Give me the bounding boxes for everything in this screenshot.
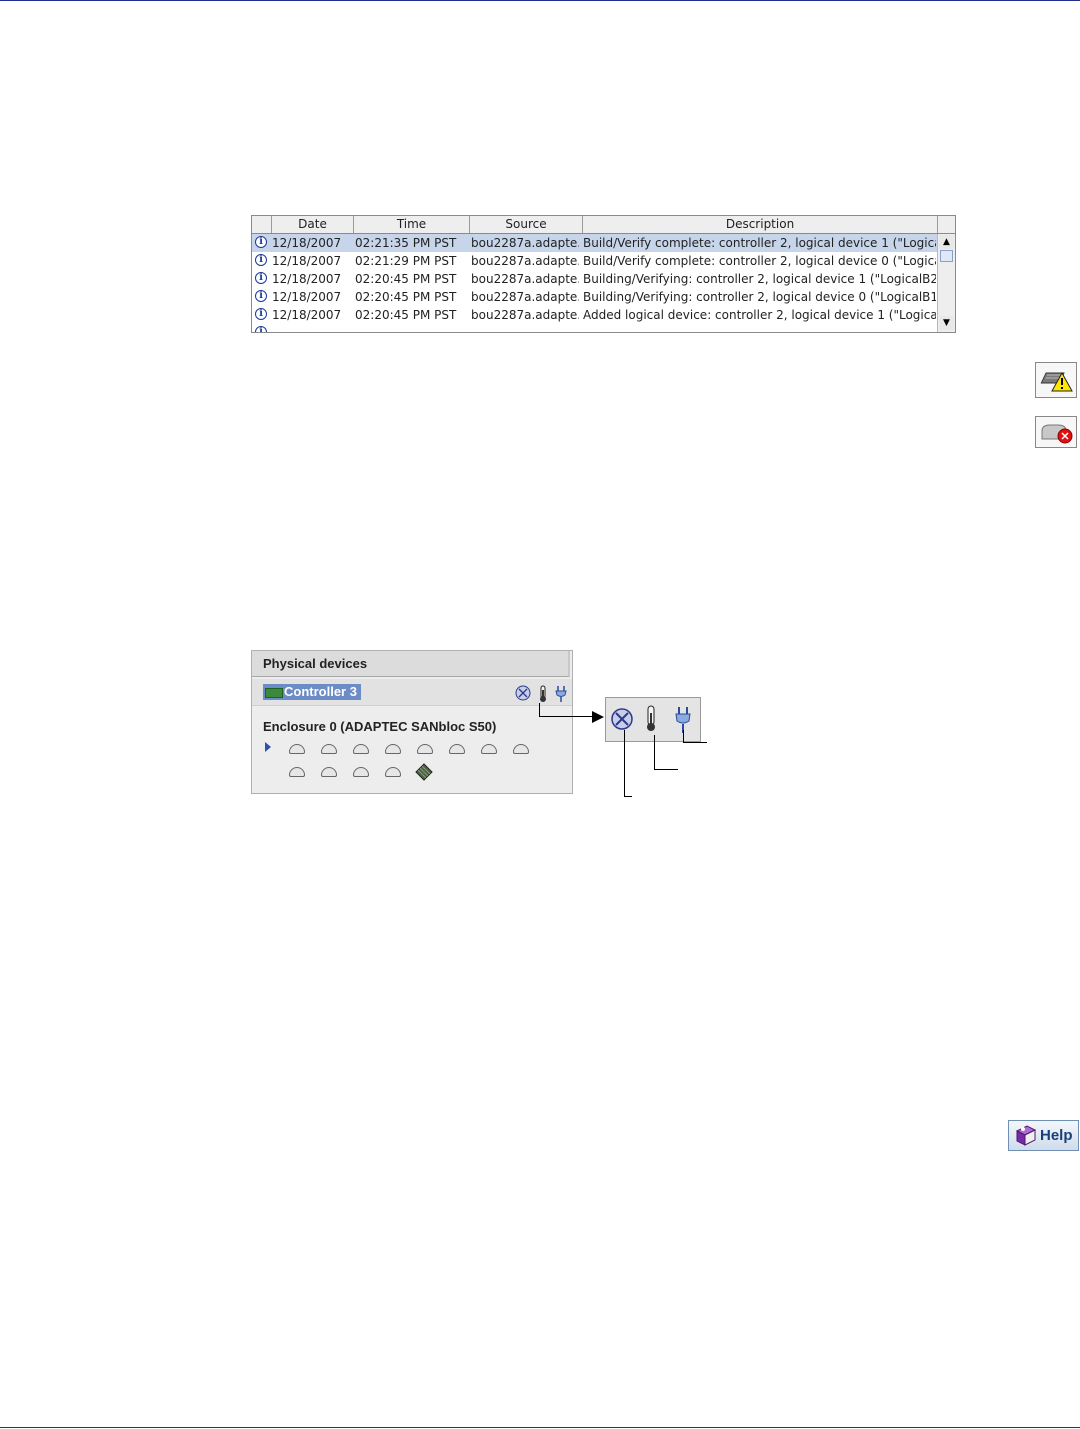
date-cell: 12/18/2007 xyxy=(272,272,342,286)
help-button[interactable]: Help xyxy=(1008,1120,1079,1151)
disk-drive-icon[interactable] xyxy=(289,767,305,777)
table-header: Date Time Source Description xyxy=(252,216,955,234)
power-leader-line xyxy=(683,742,707,743)
table-row[interactable]: i 12/18/2007 02:20:45 PM PST bou2287a.ad… xyxy=(252,288,937,306)
time-cell: 02:20:45 PM PST xyxy=(355,272,457,286)
source-cell: bou2287a.adapte... xyxy=(471,308,579,322)
description-cell: Build/Verify complete: controller 2, log… xyxy=(583,254,936,268)
disk-drive-icon[interactable] xyxy=(321,744,337,754)
icon-column-header[interactable] xyxy=(252,216,272,233)
description-column-header[interactable]: Description xyxy=(583,216,938,233)
callout-arrow-icon xyxy=(592,711,604,723)
enclosure-management-chip-icon[interactable] xyxy=(415,763,433,781)
table-body: i 12/18/2007 02:21:35 PM PST bou2287a.ad… xyxy=(252,234,937,332)
disk-drive-icon[interactable] xyxy=(417,744,433,754)
time-cell: 02:20:45 PM PST xyxy=(355,290,457,304)
event-log-table: Date Time Source Description i 12/18/200… xyxy=(251,215,956,333)
controller-row[interactable]: Controller 3 xyxy=(252,679,572,706)
description-cell: Building/Verifying: controller 2, logica… xyxy=(583,272,936,286)
table-row[interactable]: i 12/18/2007 02:20:45 PM PST bou2287a.ad… xyxy=(252,270,937,288)
disk-drive-icon[interactable] xyxy=(513,744,529,754)
date-cell: 12/18/2007 xyxy=(272,236,342,250)
table-row-partial: i xyxy=(252,324,937,332)
scroll-down-arrow-icon[interactable]: ▼ xyxy=(939,316,954,330)
scroll-thumb[interactable] xyxy=(940,250,953,262)
description-cell: Added logical device: controller 2, logi… xyxy=(583,308,936,322)
disk-drive-icon[interactable] xyxy=(385,767,401,777)
status-icons-zoom xyxy=(605,697,701,742)
disk-drive-icon[interactable] xyxy=(289,744,305,754)
info-icon: i xyxy=(255,290,267,302)
controller-item[interactable]: Controller 3 xyxy=(263,684,361,700)
source-cell: bou2287a.adapte... xyxy=(471,236,579,250)
physical-devices-panel: Physical devices Controller 3 Enclosure … xyxy=(251,650,573,794)
bottom-rule xyxy=(0,1427,1080,1428)
description-cell: Building/Verifying: controller 2, logica… xyxy=(583,290,936,304)
thermometer-icon xyxy=(647,705,655,731)
disk-drive-icon[interactable] xyxy=(321,767,337,777)
help-book-icon xyxy=(1015,1125,1037,1146)
expand-arrow-icon[interactable] xyxy=(265,742,271,752)
callout-line xyxy=(539,703,540,717)
fan-icon xyxy=(611,708,633,730)
time-cell: 02:21:35 PM PST xyxy=(355,236,457,250)
controller-label: Controller 3 xyxy=(284,684,357,699)
description-cell: Build/Verify complete: controller 2, log… xyxy=(583,236,936,250)
controller-warning-icon xyxy=(1035,362,1077,398)
source-cell: bou2287a.adapte... xyxy=(471,290,579,304)
info-icon: i xyxy=(255,326,267,332)
time-cell: 02:20:45 PM PST xyxy=(355,308,457,322)
disk-drive-icon[interactable] xyxy=(385,744,401,754)
callout-line xyxy=(539,716,595,717)
time-cell: 02:21:29 PM PST xyxy=(355,254,457,268)
disk-drive-icon[interactable] xyxy=(449,744,465,754)
info-icon: i xyxy=(255,308,267,320)
help-label: Help xyxy=(1040,1127,1073,1144)
disk-failed-icon xyxy=(1035,416,1077,448)
temperature-leader-line xyxy=(654,735,655,770)
time-column-header[interactable]: Time xyxy=(354,216,470,233)
info-icon: i xyxy=(255,272,267,284)
source-cell: bou2287a.adapte... xyxy=(471,254,579,268)
fan-icon[interactable] xyxy=(515,685,531,701)
disk-drive-icon[interactable] xyxy=(353,767,369,777)
source-column-header[interactable]: Source xyxy=(470,216,583,233)
date-cell: 12/18/2007 xyxy=(272,254,342,268)
disk-drive-icon[interactable] xyxy=(481,744,497,754)
controller-card-icon xyxy=(265,688,283,698)
fan-leader-line xyxy=(624,730,625,797)
date-cell: 12/18/2007 xyxy=(272,308,342,322)
thermometer-icon[interactable] xyxy=(538,685,548,703)
enclosure-label: Enclosure 0 (ADAPTEC SANbloc S50) xyxy=(263,719,497,734)
temperature-leader-line xyxy=(654,769,678,770)
date-column-header[interactable]: Date xyxy=(272,216,354,233)
source-cell: bou2287a.adapte... xyxy=(471,272,579,286)
table-row[interactable]: i 12/18/2007 02:21:29 PM PST bou2287a.ad… xyxy=(252,252,937,270)
power-plug-icon[interactable] xyxy=(555,685,567,703)
fan-leader-line xyxy=(624,796,632,797)
table-row[interactable]: i 12/18/2007 02:21:35 PM PST bou2287a.ad… xyxy=(252,234,937,252)
top-rule xyxy=(0,0,1080,1)
vertical-scrollbar[interactable]: ▲ ▼ xyxy=(937,234,955,332)
info-icon: i xyxy=(255,254,267,266)
table-row[interactable]: i 12/18/2007 02:20:45 PM PST bou2287a.ad… xyxy=(252,306,937,324)
panel-title: Physical devices xyxy=(252,651,570,677)
disk-drive-icon[interactable] xyxy=(353,744,369,754)
date-cell: 12/18/2007 xyxy=(272,290,342,304)
info-icon: i xyxy=(255,236,267,248)
scroll-up-arrow-icon[interactable]: ▲ xyxy=(939,235,954,249)
